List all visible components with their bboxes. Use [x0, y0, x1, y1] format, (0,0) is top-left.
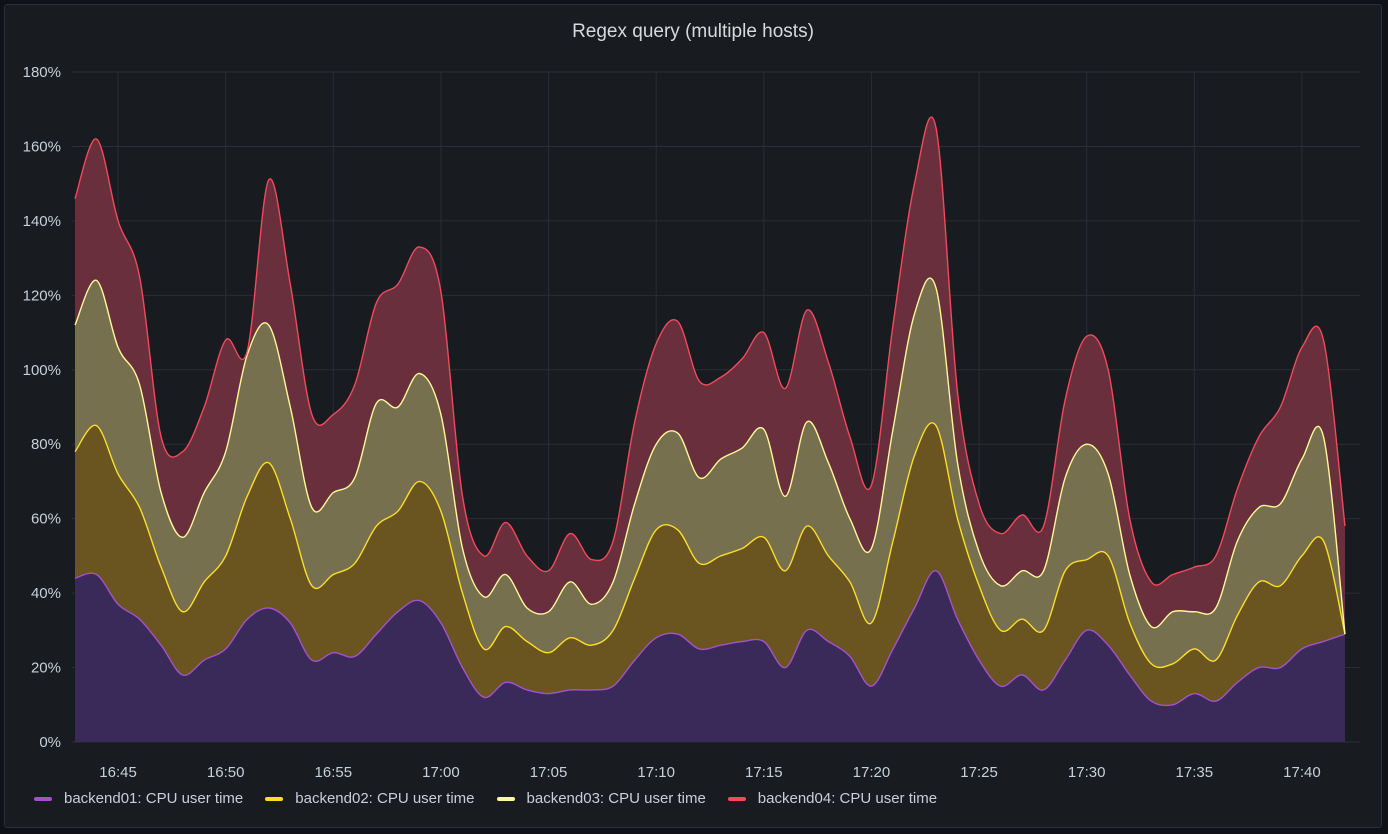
- y-tick-label: 160%: [23, 138, 61, 155]
- y-tick-label: 40%: [31, 585, 61, 602]
- legend-label: backend01: CPU user time: [64, 790, 244, 807]
- legend-label: backend04: CPU user time: [757, 790, 938, 807]
- legend-item-2[interactable]: backend02: CPU user time: [265, 790, 475, 807]
- y-tick-label: 120%: [23, 287, 61, 304]
- legend: backend01: CPU user time backend02: CPU u…: [34, 790, 937, 807]
- x-tick-label: 16:45: [99, 764, 137, 781]
- legend-item-1[interactable]: backend01: CPU user time: [34, 790, 243, 807]
- legend-swatch: [34, 796, 52, 801]
- legend-swatch: [496, 796, 515, 801]
- legend-item-4[interactable]: backend04: CPU user time: [727, 790, 938, 807]
- legend-swatch: [265, 796, 284, 801]
- y-tick-label: 60%: [31, 511, 61, 528]
- x-tick-label: 16:55: [315, 764, 353, 781]
- x-tick-label: 17:40: [1283, 764, 1321, 781]
- x-tick-label: 16:50: [207, 764, 245, 781]
- legend-item-3[interactable]: backend03: CPU user time: [496, 790, 706, 807]
- x-tick-label: 17:15: [745, 764, 783, 781]
- x-tick-label: 17:20: [853, 764, 891, 781]
- area-chart: 0% 20% 40% 60% 80% 100% 120% 140% 160% 180% 16:45…: [23, 64, 1360, 781]
- y-tick-label: 0%: [39, 734, 61, 751]
- y-tick-label: 20%: [31, 660, 61, 677]
- y-tick-label: 80%: [31, 436, 61, 453]
- x-axis: 16:45 16:50 16:55 17:00 17:05 17:10 17:15 17:20…: [99, 764, 1320, 781]
- y-tick-label: 180%: [23, 64, 61, 81]
- x-tick-label: 17:05: [530, 764, 568, 781]
- y-tick-label: 140%: [23, 213, 61, 230]
- legend-label: backend03: CPU user time: [526, 790, 706, 807]
- x-tick-label: 17:25: [960, 764, 998, 781]
- x-tick-label: 17:30: [1068, 764, 1106, 781]
- legend-swatch: [727, 796, 746, 801]
- y-axis: 0% 20% 40% 60% 80% 100% 120% 140% 160% 180%: [23, 64, 61, 751]
- legend-label: backend02: CPU user time: [295, 790, 475, 807]
- x-tick-label: 17:10: [637, 764, 675, 781]
- x-tick-label: 17:00: [422, 764, 460, 781]
- y-tick-label: 100%: [23, 362, 61, 379]
- x-tick-label: 17:35: [1176, 764, 1214, 781]
